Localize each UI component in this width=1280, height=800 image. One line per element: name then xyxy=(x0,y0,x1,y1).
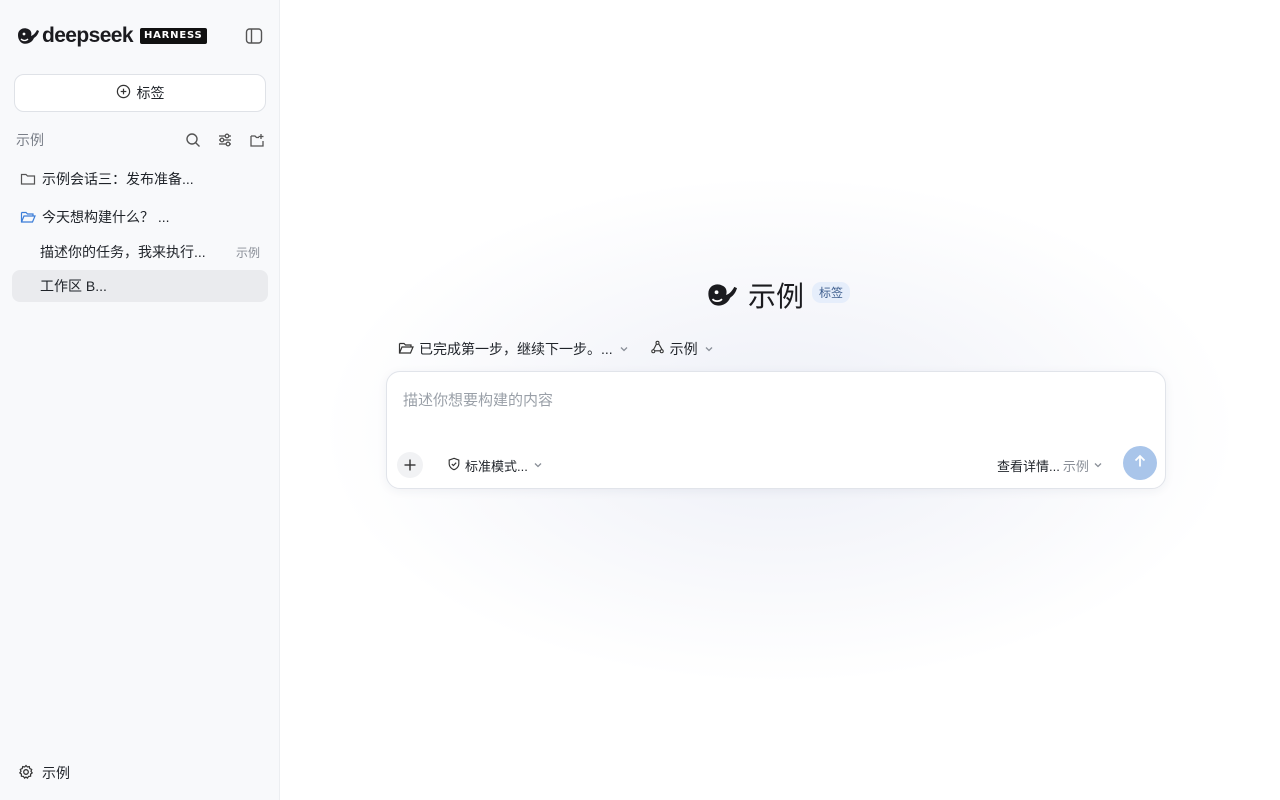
attach-button[interactable] xyxy=(397,452,423,478)
brand-name: deepseek xyxy=(42,24,134,47)
folder-open-icon xyxy=(20,209,36,225)
new-folder-icon[interactable] xyxy=(248,131,266,149)
section-header: 示例 xyxy=(16,130,266,150)
sidebar-toggle-icon[interactable] xyxy=(244,26,264,46)
detail-label: 查看详情... xyxy=(997,458,1060,474)
shield-check-icon xyxy=(447,457,461,474)
new-session-button[interactable]: 标签 xyxy=(14,74,266,112)
brand-badge: HARNESS xyxy=(139,28,207,44)
whale-logo-icon xyxy=(704,280,740,310)
detail-value: 示例 xyxy=(1062,458,1089,474)
folder-icon xyxy=(20,171,36,187)
chevron-down-icon xyxy=(703,343,715,355)
sidebar-item-folder-2[interactable]: 今天想构建什么？ ... xyxy=(12,201,268,233)
filter-sliders-icon[interactable] xyxy=(216,131,234,149)
sidebar: deepseek HARNESS 标签 示例 示例会话三：发布准备... 今天想… xyxy=(0,0,280,800)
detail-selector[interactable]: 查看详情... 示例 xyxy=(997,456,1104,474)
prompt-input[interactable] xyxy=(403,388,1143,412)
hero: 示例 标签 xyxy=(704,278,851,312)
sidebar-subitem-active[interactable]: 工作区 B... xyxy=(12,270,268,302)
hero-title: 示例 xyxy=(748,281,805,312)
folder-open-icon xyxy=(398,340,414,359)
sidebar-item-label: 今天想构建什么？ ... xyxy=(42,209,170,225)
recycle-icon xyxy=(650,340,665,358)
sidebar-subitem-label: 描述你的任务，我来执行... xyxy=(40,244,206,260)
section-title: 示例 xyxy=(16,132,44,148)
send-button[interactable] xyxy=(1123,446,1157,480)
settings-label: 示例 xyxy=(42,765,70,781)
sidebar-item-folder-1[interactable]: 示例会话三：发布准备... xyxy=(12,163,268,195)
gear-icon xyxy=(18,764,34,783)
hero-badge: 标签 xyxy=(812,281,851,303)
mode-selector[interactable]: 标准模式... xyxy=(447,456,544,474)
sidebar-subitem-tag: 示例 xyxy=(235,245,260,260)
chevron-down-icon xyxy=(618,343,630,355)
mode-label: 标准模式... xyxy=(465,458,528,474)
agent-selector-label: 示例 xyxy=(669,341,698,357)
context-row: 已完成第一步，继续下一步。... 示例 xyxy=(398,338,715,360)
sidebar-subitem-label: 工作区 B... xyxy=(40,278,107,294)
brand: deepseek HARNESS xyxy=(16,24,207,48)
settings-button[interactable]: 示例 xyxy=(18,763,70,783)
search-icon[interactable] xyxy=(184,131,202,149)
composer: 标准模式... 查看详情... 示例 xyxy=(386,371,1166,489)
arrow-up-icon xyxy=(1132,453,1148,474)
new-session-label: 标签 xyxy=(136,85,165,101)
plus-circle-icon xyxy=(116,84,131,102)
chevron-down-icon xyxy=(532,459,544,471)
whale-logo-icon xyxy=(16,25,40,47)
sidebar-subitem[interactable]: 描述你的任务，我来执行... 示例 xyxy=(12,236,268,268)
folder-selector-label: 已完成第一步，继续下一步。... xyxy=(419,341,613,357)
sidebar-item-label: 示例会话三：发布准备... xyxy=(42,171,194,187)
folder-selector[interactable]: 已完成第一步，继续下一步。... xyxy=(398,339,630,359)
agent-selector[interactable]: 示例 xyxy=(650,339,715,359)
chevron-down-icon xyxy=(1092,459,1104,471)
